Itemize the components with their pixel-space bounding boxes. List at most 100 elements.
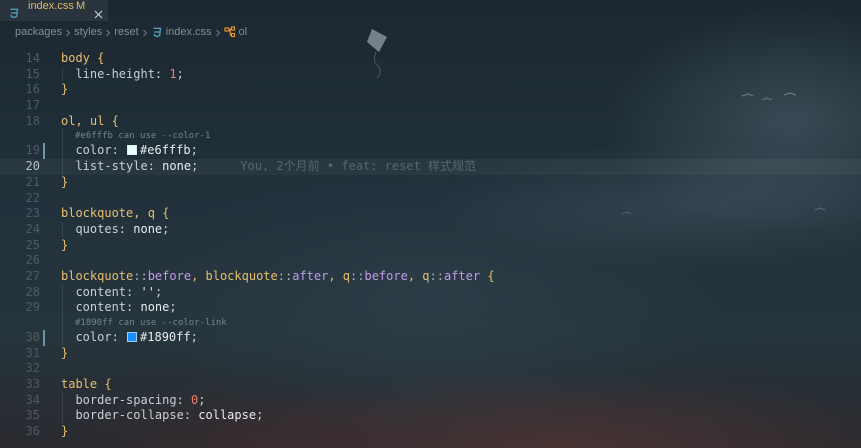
line-number: 27 bbox=[25, 268, 40, 283]
line-number: 26 bbox=[25, 253, 40, 268]
code-line[interactable]: 21} bbox=[0, 175, 861, 191]
code-text: } bbox=[61, 424, 68, 440]
line-number: 22 bbox=[25, 190, 40, 205]
chevron-right-icon bbox=[141, 28, 149, 37]
indent-guide bbox=[62, 129, 63, 144]
code-token: before bbox=[364, 268, 408, 283]
code-line[interactable]: 19 color: #e6fffb; bbox=[0, 143, 861, 160]
chevron-right-icon bbox=[214, 28, 222, 37]
code-line[interactable]: 33 table { bbox=[0, 377, 861, 393]
code-token: ; bbox=[256, 408, 264, 423]
tab-index-css[interactable]: index.css M bbox=[0, 0, 108, 21]
chevron-right-icon bbox=[104, 28, 112, 37]
code-line[interactable]: 32 bbox=[0, 361, 861, 377]
line-number: 21 bbox=[25, 174, 40, 189]
line-number: 16 bbox=[25, 82, 40, 97]
close-icon[interactable] bbox=[93, 5, 104, 19]
code-token: ; bbox=[198, 392, 206, 407]
code-lens-text[interactable]: #e6fffb can use --color-1 bbox=[75, 129, 210, 143]
code-text: } bbox=[61, 175, 68, 191]
code-lens-text[interactable]: #1890ff can use --color-link bbox=[75, 316, 227, 330]
code-lens[interactable]: #1890ff can use --color-link bbox=[0, 316, 861, 330]
git-modified-indicator[interactable] bbox=[43, 330, 45, 346]
code-text: content: none; bbox=[61, 300, 177, 316]
code-text: ol, ul { bbox=[61, 114, 119, 130]
code-token: #1890ff bbox=[140, 330, 191, 344]
line-number: 30 bbox=[25, 330, 40, 344]
git-blame-annotation: You, 2个月前 • feat: reset 样式规范 bbox=[240, 159, 477, 174]
line-number: 14 bbox=[25, 51, 40, 65]
code-token: ; bbox=[190, 143, 198, 158]
breadcrumb-label: ol bbox=[238, 26, 248, 38]
code-token: } bbox=[61, 174, 69, 189]
code-token: :: bbox=[350, 268, 365, 283]
code-line[interactable]: 20 list-style: none; You, 2个月前 • feat: re… bbox=[0, 159, 861, 175]
code-token: quotes: bbox=[61, 221, 134, 236]
code-token: border-spacing: bbox=[61, 392, 192, 407]
breadcrumb-item-ol[interactable]: ol bbox=[223, 26, 248, 38]
code-token: line-height: bbox=[61, 66, 170, 81]
breadcrumb-item-packages[interactable]: packages bbox=[15, 26, 62, 38]
code-lens[interactable]: #e6fffb can use --color-1 bbox=[0, 129, 861, 144]
code-line[interactable]: 36} bbox=[0, 424, 861, 440]
code-line[interactable]: 35 border-collapse: collapse; bbox=[0, 408, 861, 425]
color-swatch[interactable] bbox=[127, 145, 138, 156]
code-line[interactable]: 22 bbox=[0, 191, 861, 207]
code-token: blockquote, q { bbox=[61, 206, 170, 221]
breadcrumb-item-index-css[interactable]: index.css bbox=[151, 26, 212, 38]
code-line[interactable]: 31} bbox=[0, 346, 861, 362]
line-number: 35 bbox=[25, 408, 40, 423]
code-token: ; bbox=[162, 221, 170, 236]
code-line[interactable]: 34 border-spacing: 0; bbox=[0, 392, 861, 409]
breadcrumb-label: index.css bbox=[165, 26, 212, 38]
code-token: '' bbox=[140, 284, 155, 299]
code-line[interactable]: 25} bbox=[0, 238, 861, 254]
code-token: } bbox=[61, 345, 69, 360]
code-token: none bbox=[133, 221, 163, 236]
code-line[interactable]: 28 content: ''; bbox=[0, 284, 861, 301]
line-number: 18 bbox=[25, 113, 40, 128]
code-token: after bbox=[292, 268, 329, 283]
code-token: ; bbox=[191, 159, 199, 174]
code-line[interactable]: 15 line-height: 1; bbox=[0, 66, 861, 83]
color-swatch[interactable] bbox=[127, 332, 138, 342]
code-token: , q bbox=[407, 268, 430, 283]
code-line[interactable]: 14 body { bbox=[0, 51, 861, 67]
code-text: content: ''; bbox=[61, 285, 162, 301]
code-line[interactable]: 24 quotes: none; bbox=[0, 221, 861, 238]
code-text: } bbox=[61, 238, 68, 254]
line-number: 15 bbox=[25, 66, 40, 81]
code-token: #e6fffb bbox=[140, 143, 191, 158]
code-token: table { bbox=[61, 377, 112, 392]
code-token: content: bbox=[61, 284, 141, 299]
code-token: { bbox=[480, 268, 495, 283]
indent-guide bbox=[62, 316, 63, 330]
line-number: 20 bbox=[25, 159, 40, 174]
close-icon-svg[interactable] bbox=[93, 9, 104, 20]
code-line[interactable]: 16} bbox=[0, 82, 861, 98]
breadcrumb-item-reset[interactable]: reset bbox=[114, 26, 138, 38]
line-number: 28 bbox=[25, 284, 40, 299]
code-line[interactable]: 17 bbox=[0, 98, 861, 114]
code-token: ; bbox=[169, 300, 177, 315]
git-modified-indicator[interactable] bbox=[43, 143, 45, 160]
code-token: body { bbox=[61, 51, 105, 65]
code-text: border-spacing: 0; bbox=[61, 392, 206, 409]
code-line[interactable]: 26 bbox=[0, 253, 861, 269]
code-line[interactable]: 23 blockquote, q { bbox=[0, 206, 861, 222]
code-text: line-height: 1; bbox=[61, 66, 183, 83]
code-text: blockquote, q { bbox=[61, 206, 169, 222]
code-editor[interactable]: 14 body {15 line-height: 1; 16} 17 18 ol, ul … bbox=[0, 51, 861, 440]
code-line[interactable]: 27 blockquote::before, blockquote::after,… bbox=[0, 269, 861, 285]
chevron-right-icon bbox=[64, 28, 72, 37]
code-token: :: bbox=[429, 268, 444, 283]
code-line[interactable]: 18 ol, ul { bbox=[0, 114, 861, 130]
tab-git-status: M bbox=[76, 0, 86, 12]
code-line[interactable]: 29 content: none; bbox=[0, 300, 861, 316]
breadcrumb-item-styles[interactable]: styles bbox=[74, 26, 102, 38]
breadcrumb-label: styles bbox=[74, 26, 103, 38]
code-line[interactable]: 30 color: #1890ff; bbox=[0, 330, 861, 346]
code-token: , q bbox=[328, 268, 351, 283]
code-token: :: bbox=[133, 268, 148, 283]
code-token: 1 bbox=[169, 66, 177, 81]
